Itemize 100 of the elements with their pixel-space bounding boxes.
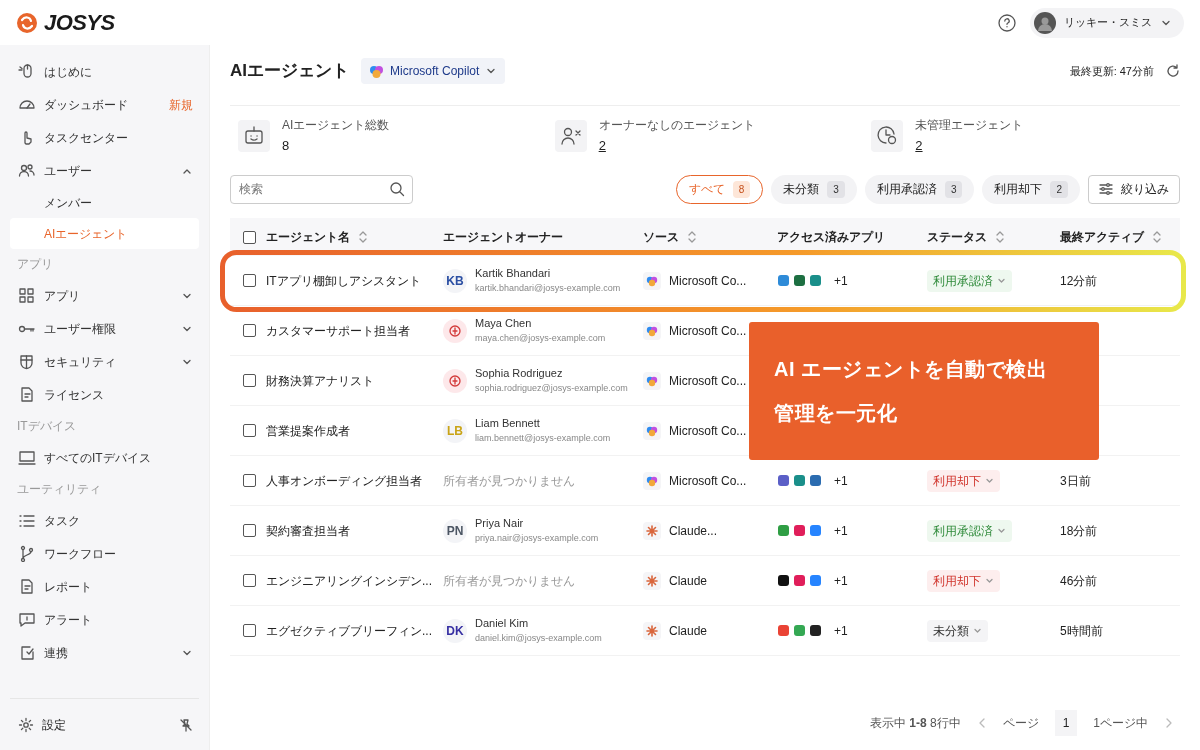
section-label: ITデバイス bbox=[16, 418, 77, 435]
unpin-icon[interactable] bbox=[179, 717, 193, 732]
sidebar-item[interactable]: アプリ bbox=[10, 279, 199, 312]
last-active-text: 3日前 bbox=[1060, 472, 1091, 490]
checkbox[interactable] bbox=[243, 230, 256, 244]
avatar-initials: LB bbox=[443, 418, 467, 443]
sidebar-item[interactable]: ダッシュボード 新規 bbox=[10, 88, 199, 121]
sidebar-item[interactable]: 連携 bbox=[10, 636, 199, 669]
starburst-icon bbox=[643, 571, 661, 590]
filter-chip[interactable]: 未分類 3 bbox=[771, 174, 857, 204]
copilot-icon bbox=[643, 321, 661, 340]
branch-icon bbox=[18, 545, 36, 562]
checkbox[interactable] bbox=[243, 474, 256, 487]
user-menu[interactable]: リッキー・スミス bbox=[1030, 7, 1184, 38]
status-dropdown[interactable]: 利用承認済 bbox=[927, 519, 1012, 542]
filter-chip[interactable]: 利用却下 2 bbox=[982, 174, 1080, 204]
sort-icon[interactable] bbox=[358, 230, 368, 244]
page-number[interactable]: 1 bbox=[1054, 709, 1078, 736]
source-name: Microsoft Co... bbox=[669, 422, 747, 440]
owner-name: Liam Bennett bbox=[475, 417, 541, 431]
source-name: Claude... bbox=[669, 522, 718, 540]
starburst-icon bbox=[643, 521, 661, 540]
filter-button[interactable]: 絞り込み bbox=[1088, 174, 1180, 204]
chevron-down-icon bbox=[985, 476, 994, 485]
sort-icon[interactable] bbox=[1152, 230, 1162, 244]
app-icon bbox=[809, 524, 822, 537]
new-label: 新規 bbox=[169, 96, 193, 114]
status-dropdown[interactable]: 未分類 bbox=[927, 619, 988, 642]
checkbox[interactable] bbox=[243, 424, 256, 437]
app-icon bbox=[809, 574, 822, 587]
document-icon bbox=[18, 386, 36, 403]
stat-link[interactable]: 2 bbox=[915, 135, 1024, 156]
clock-alert-icon bbox=[871, 119, 904, 152]
chevron-down-icon bbox=[985, 576, 994, 585]
sidebar-item[interactable]: ライセンス bbox=[10, 378, 199, 411]
sliders-icon bbox=[1099, 182, 1113, 196]
pagination-summary: 表示中 1-8 8行中 bbox=[869, 714, 961, 732]
no-owner-text: 所有者が見つかりません bbox=[443, 472, 575, 490]
sort-icon[interactable] bbox=[995, 230, 1005, 244]
more-apps-count: +1 bbox=[834, 272, 848, 290]
help-icon[interactable] bbox=[996, 11, 1018, 34]
search-field[interactable]: 検索 bbox=[230, 174, 413, 204]
filter-chip[interactable]: すべて 8 bbox=[675, 174, 764, 204]
status-dropdown[interactable]: 利用承認済 bbox=[927, 269, 1012, 292]
sidebar-item[interactable]: ユーザー bbox=[10, 154, 199, 187]
refresh-icon[interactable] bbox=[1166, 64, 1180, 78]
sidebar-item[interactable]: タスク bbox=[10, 504, 199, 537]
stat-label: オーナーなしのエージェント bbox=[598, 116, 755, 134]
list-icon bbox=[18, 512, 36, 529]
sidebar-item[interactable]: ユーザー権限 bbox=[10, 312, 199, 345]
filter-chip[interactable]: 利用承認済 3 bbox=[864, 174, 975, 204]
sidebar-subitem[interactable]: メンバー bbox=[10, 187, 199, 218]
last-active-text: 18分前 bbox=[1060, 522, 1098, 540]
app-icon bbox=[793, 524, 806, 537]
copilot-icon bbox=[643, 421, 661, 440]
settings-icon bbox=[18, 716, 34, 733]
sidebar-item[interactable]: ワークフロー bbox=[10, 537, 199, 570]
sidebar-item[interactable]: タスクセンター bbox=[10, 121, 199, 154]
app-icon bbox=[777, 274, 790, 287]
sidebar-item[interactable]: はじめに bbox=[10, 55, 199, 88]
owner-email: maya.chen@josys-example.com bbox=[475, 332, 606, 344]
owner-name: Kartik Bhandari bbox=[475, 267, 552, 281]
checkbox[interactable] bbox=[243, 374, 256, 387]
laptop-icon bbox=[18, 449, 36, 466]
checkbox[interactable] bbox=[243, 524, 256, 537]
chevron-down-icon bbox=[973, 626, 982, 635]
stat-link[interactable]: 2 bbox=[598, 135, 755, 156]
last-active-text: 12分前 bbox=[1060, 272, 1098, 290]
checkbox[interactable] bbox=[243, 624, 256, 637]
source-name: Claude bbox=[669, 572, 708, 590]
owner-email: sophia.rodriguez@josys-example.com bbox=[475, 382, 628, 394]
owner-name: Maya Chen bbox=[475, 317, 533, 331]
app-icon bbox=[809, 274, 822, 287]
callout-text: AI エージェントを自動で検出 bbox=[774, 357, 1049, 382]
page-total: 1ページ中 bbox=[1093, 714, 1148, 732]
status-dropdown[interactable]: 利用却下 bbox=[927, 569, 1000, 592]
sidebar-item[interactable]: レポート bbox=[10, 570, 199, 603]
starburst-icon bbox=[643, 621, 661, 640]
stat-label: AIエージェント総数 bbox=[282, 116, 390, 134]
stat-value: 8 bbox=[282, 136, 291, 155]
sidebar-item[interactable]: セキュリティ bbox=[10, 345, 199, 378]
owner-email: priya.nair@josys-example.com bbox=[475, 532, 599, 544]
source-selector[interactable]: Microsoft Copilot bbox=[361, 58, 506, 84]
app-icon bbox=[793, 274, 806, 287]
checkbox[interactable] bbox=[243, 324, 256, 337]
more-apps-count: +1 bbox=[834, 622, 848, 640]
checkbox[interactable] bbox=[243, 574, 256, 587]
logo-icon bbox=[16, 11, 38, 34]
status-dropdown[interactable]: 利用却下 bbox=[927, 469, 1000, 492]
section-label: アプリ bbox=[16, 256, 54, 273]
avatar-logo-icon bbox=[443, 368, 467, 393]
sidebar-item[interactable]: すべてのITデバイス bbox=[10, 441, 199, 474]
sidebar-item[interactable]: アラート bbox=[10, 603, 199, 636]
sort-icon[interactable] bbox=[687, 230, 697, 244]
avatar-initials: KB bbox=[443, 268, 467, 293]
stat-label: 未管理エージェント bbox=[915, 116, 1024, 134]
checkbox[interactable] bbox=[243, 274, 256, 287]
last-updated-text: 最終更新: 47分前 bbox=[1069, 63, 1154, 79]
settings-link[interactable]: 設定 bbox=[18, 715, 171, 734]
page-title: AIエージェント bbox=[230, 60, 349, 83]
